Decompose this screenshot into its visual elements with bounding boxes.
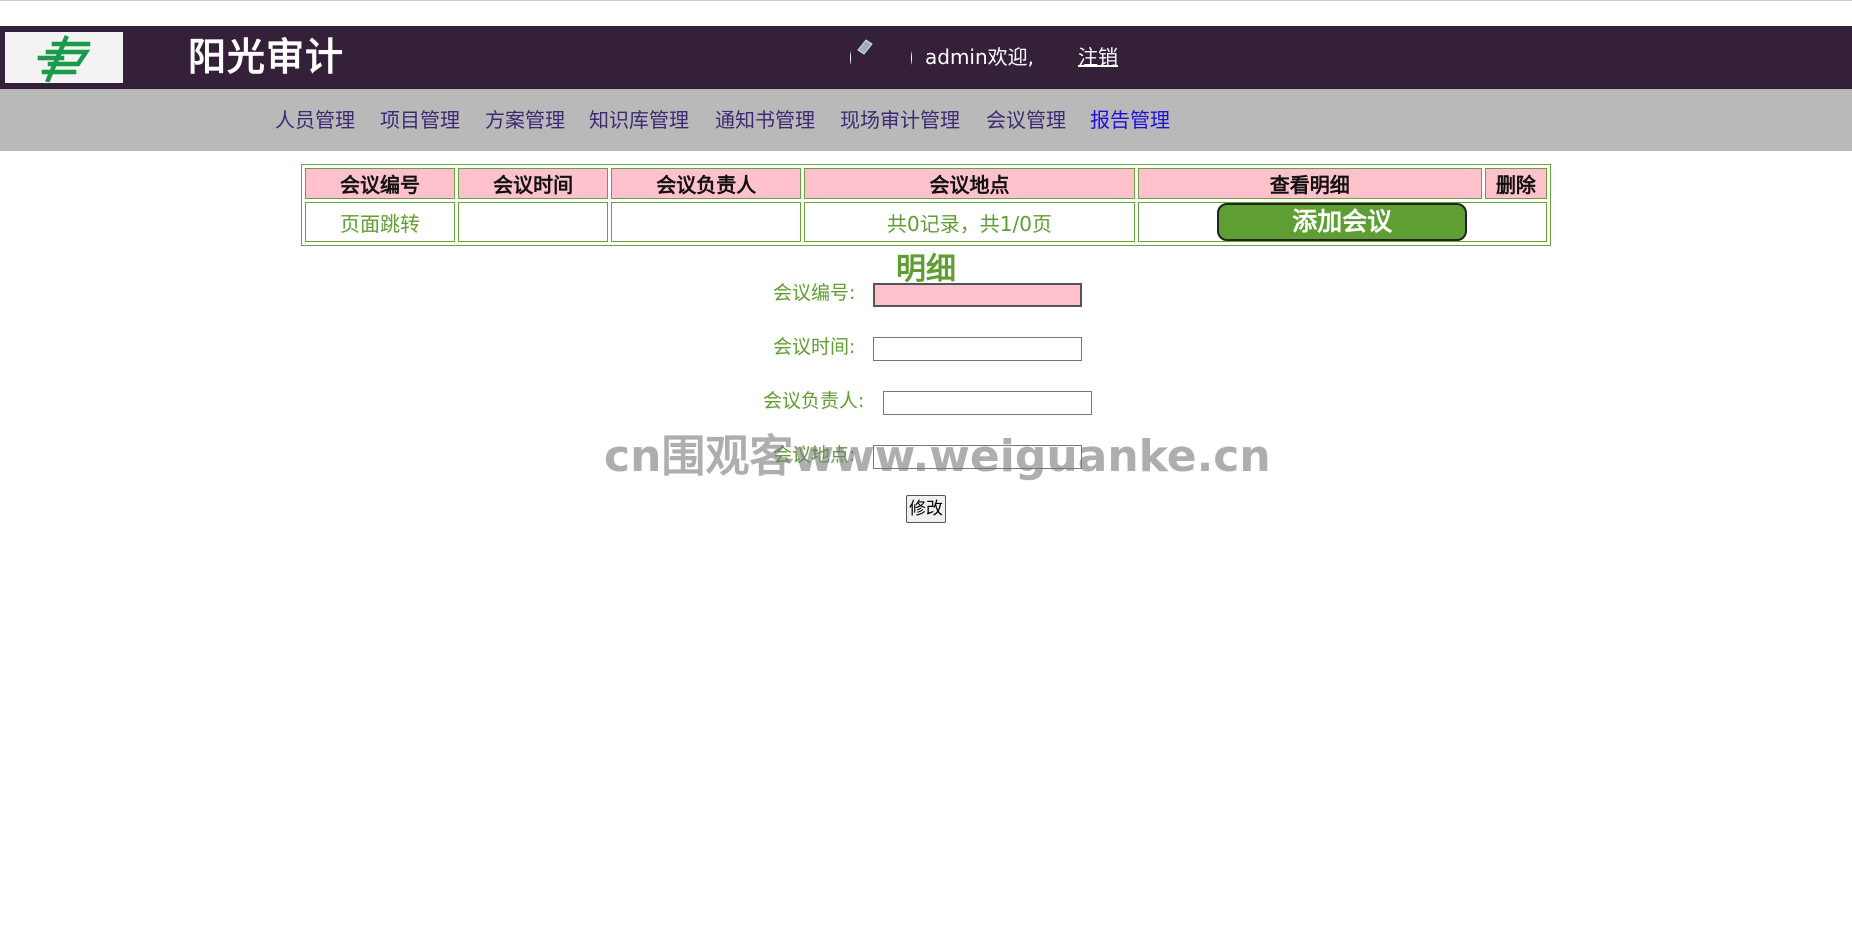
add-meeting-button[interactable]: 添加会议: [1217, 203, 1468, 241]
col-header-meeting-id: 会议编号: [305, 168, 456, 199]
site-title: 阳光审计: [188, 35, 345, 79]
welcome-text: admin欢迎,: [925, 45, 1035, 69]
empty-cell: [611, 202, 802, 242]
nav-item-personnel[interactable]: 人员管理: [275, 107, 355, 133]
top-border: [0, 0, 1852, 1]
china-post-logo-icon: [5, 32, 123, 83]
meeting-owner-label: 会议负责人:: [763, 390, 865, 412]
record-count-info: 共0记录，共1/0页: [804, 202, 1135, 242]
meeting-id-label: 会议编号:: [773, 282, 856, 304]
modify-button[interactable]: 修改: [906, 495, 946, 523]
nav-item-onsite-audit[interactable]: 现场审计管理: [840, 107, 960, 133]
table-header-row: 会议编号 会议时间 会议负责人 会议地点 查看明细 删除: [305, 168, 1547, 199]
empty-cell: [458, 202, 609, 242]
detail-title: 明细: [896, 252, 956, 287]
meeting-time-label: 会议时间:: [773, 336, 856, 358]
table-footer-row: 页面跳转 共0记录，共1/0页 添加会议: [305, 202, 1547, 242]
meeting-id-input[interactable]: [873, 283, 1082, 307]
meeting-table: 会议编号 会议时间 会议负责人 会议地点 查看明细 删除 页面跳转 共0记录，共…: [301, 164, 1551, 246]
meeting-time-input[interactable]: [873, 337, 1082, 361]
nav-item-projects[interactable]: 项目管理: [380, 107, 460, 133]
page-jump-label[interactable]: 页面跳转: [305, 202, 456, 242]
col-header-view-detail: 查看明细: [1137, 168, 1482, 199]
col-header-meeting-owner: 会议负责人: [611, 168, 802, 199]
col-header-delete: 删除: [1484, 168, 1547, 199]
meeting-owner-input[interactable]: [883, 391, 1092, 415]
watermark: cn围观客www.weiguanke.cn: [604, 431, 1271, 482]
nav-item-knowledge-base[interactable]: 知识库管理: [589, 107, 689, 133]
col-header-meeting-time: 会议时间: [458, 168, 609, 199]
nav-item-notices[interactable]: 通知书管理: [715, 107, 815, 133]
add-cell: 添加会议: [1137, 202, 1547, 242]
main-nav: 人员管理 项目管理 方案管理 知识库管理 通知书管理 现场审计管理 会议管理 报…: [0, 89, 1852, 151]
col-header-meeting-location: 会议地点: [804, 168, 1135, 199]
header-bar: 阳光审计 admin欢迎, 注销: [0, 26, 1852, 89]
logout-link[interactable]: 注销: [1078, 44, 1118, 70]
nav-item-reports[interactable]: 报告管理: [1090, 107, 1170, 133]
user-avatar-icon[interactable]: [850, 30, 912, 86]
nav-item-plans[interactable]: 方案管理: [485, 107, 565, 133]
nav-item-meetings[interactable]: 会议管理: [986, 107, 1066, 133]
